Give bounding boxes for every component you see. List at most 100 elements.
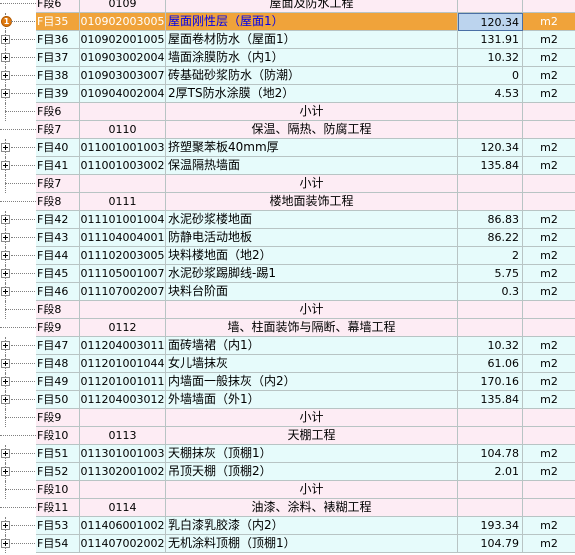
subtotal-row[interactable]: F段10 小计 — [0, 481, 575, 499]
item-code-cell[interactable]: 0113 — [80, 427, 166, 445]
item-name-cell[interactable]: 小计 — [166, 301, 458, 319]
unit-cell[interactable]: m2 — [523, 157, 575, 175]
row-id-cell[interactable]: F目44 — [36, 247, 80, 265]
table-row[interactable]: F目47 011204003011 面砖墙裙（内1） 10.32 m2 — [0, 337, 575, 355]
row-id-cell[interactable]: F段6 — [36, 0, 80, 13]
quantity-cell[interactable]: 0.3 — [458, 283, 523, 301]
item-name-cell[interactable]: 小计 — [166, 175, 458, 193]
item-name-cell[interactable]: 天棚抹灰（顶棚1） — [166, 445, 458, 463]
quantity-cell[interactable]: 104.78 — [458, 445, 523, 463]
row-id-cell[interactable]: F段10 — [36, 427, 80, 445]
item-name-cell[interactable]: 块料台阶面 — [166, 283, 458, 301]
quantity-cell[interactable]: 0 — [458, 67, 523, 85]
unit-cell[interactable] — [523, 319, 575, 337]
row-id-cell[interactable]: F目46 — [36, 283, 80, 301]
unit-cell[interactable] — [523, 499, 575, 517]
unit-cell[interactable] — [523, 121, 575, 139]
expand-plus-icon[interactable] — [1, 467, 10, 476]
quantity-cell[interactable]: 135.84 — [458, 391, 523, 409]
table-row[interactable]: F目40 011001001003 挤塑聚苯板40mm厚 120.34 m2 — [0, 139, 575, 157]
unit-cell[interactable] — [523, 301, 575, 319]
table-row[interactable]: F目45 011105001007 水泥砂浆踢脚线-踢1 5.75 m2 — [0, 265, 575, 283]
item-code-cell[interactable]: 011101001004 — [80, 211, 166, 229]
item-code-cell[interactable]: 010904002004 — [80, 85, 166, 103]
row-id-cell[interactable]: F段7 — [36, 175, 80, 193]
unit-cell[interactable]: m2 — [523, 13, 575, 31]
item-code-cell[interactable]: 0109 — [80, 0, 166, 13]
quantity-cell[interactable] — [458, 175, 523, 193]
quantity-cell[interactable] — [458, 0, 523, 13]
item-name-cell[interactable]: 天棚工程 — [166, 427, 458, 445]
quantity-cell[interactable]: 10.32 — [458, 49, 523, 67]
item-name-cell[interactable]: 水泥砂浆踢脚线-踢1 — [166, 265, 458, 283]
unit-cell[interactable]: m2 — [523, 229, 575, 247]
section-row[interactable]: F段11 0114 油漆、涂料、裱糊工程 — [0, 499, 575, 517]
subtotal-row[interactable]: F段7 小计 — [0, 175, 575, 193]
unit-cell[interactable]: m2 — [523, 139, 575, 157]
expand-plus-icon[interactable] — [1, 395, 10, 404]
quantity-cell[interactable]: 86.22 — [458, 229, 523, 247]
collapse-minus-icon[interactable] — [0, 327, 36, 328]
quantity-cell[interactable]: 4.53 — [458, 85, 523, 103]
unit-cell[interactable]: m2 — [523, 373, 575, 391]
quantity-cell[interactable]: 5.75 — [458, 265, 523, 283]
quantity-cell[interactable]: 120.34 — [458, 139, 523, 157]
item-code-cell[interactable]: 011105001007 — [80, 265, 166, 283]
table-row[interactable]: F目53 011406001002 乳白漆乳胶漆（内2） 193.34 m2 — [0, 517, 575, 535]
row-id-cell[interactable]: F目38 — [36, 67, 80, 85]
unit-cell[interactable] — [523, 427, 575, 445]
quantity-cell[interactable] — [458, 121, 523, 139]
unit-cell[interactable] — [523, 0, 575, 13]
item-code-cell[interactable] — [80, 301, 166, 319]
unit-cell[interactable]: m2 — [523, 535, 575, 553]
row-id-cell[interactable]: F目54 — [36, 535, 80, 553]
quantity-cell[interactable]: 193.34 — [458, 517, 523, 535]
unit-cell[interactable]: m2 — [523, 247, 575, 265]
item-name-cell[interactable]: 屋面刚性层（屋面1） — [166, 13, 458, 31]
subtotal-row[interactable]: F段9 小计 — [0, 409, 575, 427]
quantity-cell[interactable]: 10.32 — [458, 337, 523, 355]
table-row[interactable]: F目50 011204003012 外墙墙面（外1） 135.84 m2 — [0, 391, 575, 409]
quantity-cell[interactable]: 131.91 — [458, 31, 523, 49]
quantity-cell[interactable] — [458, 301, 523, 319]
item-code-cell[interactable]: 0110 — [80, 121, 166, 139]
item-name-cell[interactable]: 小计 — [166, 481, 458, 499]
table-row[interactable]: F目44 011102003005 块料楼地面（地2） 2 m2 — [0, 247, 575, 265]
item-name-cell[interactable]: 墙面涂膜防水（内1） — [166, 49, 458, 67]
item-code-cell[interactable]: 011204003011 — [80, 337, 166, 355]
item-name-cell[interactable]: 吊顶天棚（顶棚2） — [166, 463, 458, 481]
collapse-minus-icon[interactable] — [0, 435, 36, 436]
item-code-cell[interactable] — [80, 409, 166, 427]
expand-plus-icon[interactable] — [1, 251, 10, 260]
row-id-cell[interactable]: F目52 — [36, 463, 80, 481]
row-id-cell[interactable]: F目40 — [36, 139, 80, 157]
collapse-minus-icon[interactable] — [0, 129, 36, 130]
item-code-cell[interactable]: 011406001002 — [80, 517, 166, 535]
unit-cell[interactable]: m2 — [523, 31, 575, 49]
table-row[interactable]: F目54 011407002002 无机涂料顶棚（顶棚1） 104.79 m2 — [0, 535, 575, 553]
item-code-cell[interactable]: 011201001044 — [80, 355, 166, 373]
row-id-cell[interactable]: F目45 — [36, 265, 80, 283]
unit-cell[interactable] — [523, 175, 575, 193]
row-id-cell[interactable]: F目36 — [36, 31, 80, 49]
item-code-cell[interactable]: 010903003007 — [80, 67, 166, 85]
item-code-cell[interactable]: 010902003005 — [80, 13, 166, 31]
item-code-cell[interactable]: 011201001011 — [80, 373, 166, 391]
row-id-cell[interactable]: F段10 — [36, 481, 80, 499]
item-name-cell[interactable]: 女儿墙抹灰 — [166, 355, 458, 373]
row-id-cell[interactable]: F段9 — [36, 319, 80, 337]
quantity-cell[interactable] — [458, 103, 523, 121]
quantity-cell[interactable]: 170.16 — [458, 373, 523, 391]
item-code-cell[interactable]: 011102003005 — [80, 247, 166, 265]
row-id-cell[interactable]: F目48 — [36, 355, 80, 373]
expand-plus-icon[interactable] — [1, 35, 10, 44]
quantity-cell[interactable] — [458, 481, 523, 499]
table-row[interactable]: F目36 010902001005 屋面卷材防水（屋面1） 131.91 m2 — [0, 31, 575, 49]
quantity-cell[interactable] — [458, 193, 523, 211]
item-code-cell[interactable]: 0112 — [80, 319, 166, 337]
expand-plus-icon[interactable] — [1, 143, 10, 152]
unit-cell[interactable]: m2 — [523, 49, 575, 67]
item-code-cell[interactable]: 011407002002 — [80, 535, 166, 553]
item-code-cell[interactable]: 011104004001 — [80, 229, 166, 247]
row-id-cell[interactable]: F目50 — [36, 391, 80, 409]
